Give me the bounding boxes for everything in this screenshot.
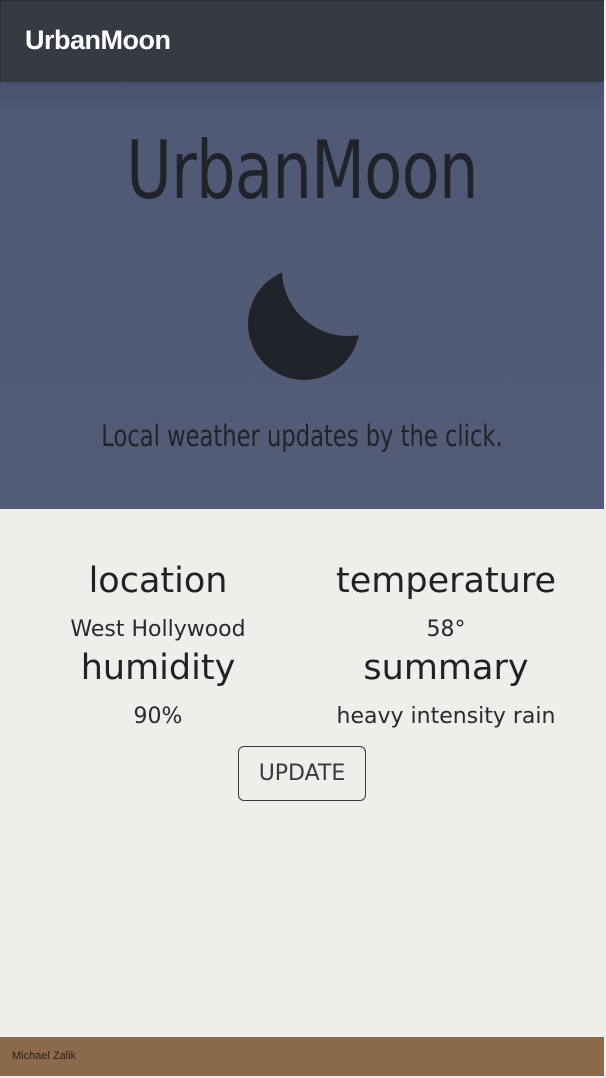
temperature-value: 58° <box>426 617 466 642</box>
summary-value: heavy intensity rain <box>336 704 556 729</box>
navbar: UrbanMoon <box>0 0 604 82</box>
location-label: location <box>88 561 228 601</box>
humidity-value: 90% <box>133 704 183 729</box>
hero-title: UrbanMoon <box>126 124 478 217</box>
summary-label: summary <box>363 648 529 688</box>
navbar-brand-link[interactable]: UrbanMoon <box>25 25 171 56</box>
footer-author: Michael Zalik <box>12 1050 77 1062</box>
app-frame: UrbanMoon UrbanMoon Local weather update… <box>0 0 606 1078</box>
crescent-moon-icon <box>248 270 360 380</box>
footer: Michael Zalik <box>0 1037 604 1076</box>
hero-section: UrbanMoon Local weather updates by the c… <box>0 82 604 509</box>
hero-tagline: Local weather updates by the click. <box>101 419 503 453</box>
humidity-label: humidity <box>80 648 236 688</box>
location-value: West Hollywood <box>70 617 246 642</box>
weather-panel: location temperature West Hollywood 58° … <box>0 509 606 1037</box>
temperature-label: temperature <box>336 561 556 601</box>
update-button[interactable]: UPDATE <box>238 746 366 801</box>
